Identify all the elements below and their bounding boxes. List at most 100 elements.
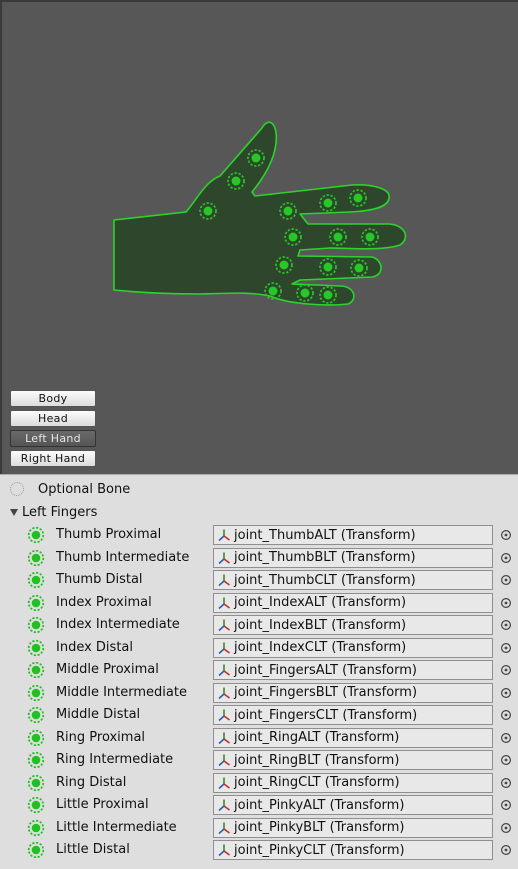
bone-status-icon[interactable] [27, 729, 45, 747]
transform-object-field[interactable]: joint_PinkyCLT (Transform) [213, 840, 493, 860]
hand-silhouette [113, 121, 407, 306]
optional-bone-legend: Optional Bone [10, 480, 130, 498]
transform-object-field[interactable]: joint_FingersBLT (Transform) [213, 682, 493, 703]
object-picker-icon[interactable] [500, 597, 512, 609]
bone-label: Index Proximal [56, 594, 152, 610]
object-picker-icon[interactable] [500, 529, 512, 541]
avatar-viewport: Body Head Left Hand Right Hand [0, 0, 518, 474]
transform-value: joint_IndexALT (Transform) [234, 595, 407, 610]
bone-label: Thumb Intermediate [56, 549, 190, 565]
foldout-label: Left Fingers [22, 504, 98, 520]
bone-label: Thumb Proximal [56, 527, 162, 542]
object-picker-icon[interactable] [500, 844, 512, 856]
bone-label: Ring Intermediate [56, 752, 174, 767]
transform-object-field[interactable]: joint_ThumbALT (Transform) [213, 525, 493, 545]
bone-label: Little Proximal [56, 797, 149, 812]
left-fingers-foldout[interactable]: Left Fingers [10, 503, 97, 521]
bone-status-icon[interactable] [27, 526, 45, 544]
object-picker-icon[interactable] [500, 822, 512, 834]
bone-status-icon[interactable] [27, 639, 45, 657]
bone-status-icon[interactable] [27, 571, 45, 589]
tab-right-hand[interactable]: Right Hand [10, 450, 96, 467]
bone-label: Thumb Distal [56, 572, 143, 587]
tab-head[interactable]: Head [10, 410, 96, 427]
bone-label: Ring Distal [56, 774, 127, 790]
bone-label: Index Intermediate [56, 617, 180, 632]
bone-label: Middle Intermediate [56, 684, 187, 700]
transform-value: joint_IndexBLT (Transform) [234, 617, 407, 633]
transform-value: joint_ThumbCLT (Transform) [234, 572, 416, 588]
bone-status-icon[interactable] [27, 684, 45, 702]
transform-icon [217, 821, 231, 835]
bone-row: Little Distal joint_PinkyCLT (Transform) [0, 839, 518, 861]
optional-bone-icon [10, 482, 24, 496]
transform-value: joint_RingCLT (Transform) [234, 775, 400, 790]
bone-status-icon[interactable] [27, 549, 45, 567]
bone-status-icon[interactable] [27, 774, 45, 792]
bone-status-icon[interactable] [27, 841, 45, 859]
transform-object-field[interactable]: joint_PinkyBLT (Transform) [213, 817, 493, 838]
transform-object-field[interactable]: joint_ThumbBLT (Transform) [213, 547, 493, 568]
tab-body[interactable]: Body [10, 390, 96, 407]
transform-value: joint_RingBLT (Transform) [234, 752, 400, 768]
bone-status-icon[interactable] [27, 819, 45, 837]
object-picker-icon[interactable] [500, 574, 512, 586]
transform-value: joint_RingALT (Transform) [234, 730, 400, 745]
object-picker-icon[interactable] [500, 619, 512, 631]
transform-value: joint_PinkyBLT (Transform) [234, 820, 405, 835]
bone-status-icon[interactable] [27, 751, 45, 769]
transform-object-field[interactable]: joint_IndexALT (Transform) [213, 592, 493, 613]
bone-label: Middle Distal [56, 707, 141, 722]
bone-row: Little Intermediate joint_PinkyBLT (Trans… [0, 817, 518, 839]
transform-object-field[interactable]: joint_IndexBLT (Transform) [213, 615, 493, 635]
bone-row: Index Distal joint_IndexCLT (Transform) [0, 637, 518, 659]
bone-label: Little Distal [56, 842, 130, 857]
object-picker-icon[interactable] [500, 754, 512, 766]
bone-row: Ring Distal joint_RingCLT (Transform) [0, 772, 518, 794]
transform-icon [217, 551, 231, 565]
object-picker-icon[interactable] [500, 732, 512, 744]
bone-mapping-inspector: Optional Bone Left Fingers Thumb Proxima… [0, 474, 518, 869]
object-picker-icon[interactable] [500, 664, 512, 676]
transform-value: joint_IndexCLT (Transform) [234, 640, 407, 655]
transform-value: joint_ThumbALT (Transform) [234, 527, 416, 543]
bone-status-icon[interactable] [27, 796, 45, 814]
transform-object-field[interactable]: joint_ThumbCLT (Transform) [213, 570, 493, 590]
transform-icon [217, 618, 231, 632]
transform-object-field[interactable]: joint_RingALT (Transform) [213, 727, 493, 748]
bone-status-icon[interactable] [27, 616, 45, 634]
transform-icon [217, 573, 231, 587]
foldout-arrow-icon[interactable] [10, 508, 18, 516]
object-picker-icon[interactable] [500, 799, 512, 811]
object-picker-icon[interactable] [500, 709, 512, 721]
object-picker-icon[interactable] [500, 642, 512, 654]
object-picker-icon[interactable] [500, 687, 512, 699]
bone-status-icon[interactable] [27, 594, 45, 612]
bone-label: Little Intermediate [56, 819, 177, 835]
transform-object-field[interactable]: joint_RingBLT (Transform) [213, 750, 493, 770]
transform-icon [217, 528, 231, 542]
transform-icon [217, 663, 231, 677]
transform-value: joint_FingersALT (Transform) [234, 662, 417, 678]
bone-row: Middle Distal joint_FingersCLT (Transform… [0, 704, 518, 726]
bone-row: Thumb Intermediate joint_ThumbBLT (Transf… [0, 547, 518, 569]
transform-icon [217, 708, 231, 722]
transform-icon [217, 776, 231, 790]
tab-left-hand[interactable]: Left Hand [10, 430, 96, 447]
object-picker-icon[interactable] [500, 777, 512, 789]
bone-label: Ring Proximal [56, 729, 146, 745]
transform-object-field[interactable]: joint_PinkyALT (Transform) [213, 795, 493, 815]
bone-status-icon[interactable] [27, 661, 45, 679]
bone-status-icon[interactable] [27, 706, 45, 724]
bone-row: Ring Intermediate joint_RingBLT (Transfor… [0, 749, 518, 771]
transform-object-field[interactable]: joint_FingersCLT (Transform) [213, 705, 493, 725]
bone-row: Thumb Distal joint_ThumbCLT (Transform) [0, 569, 518, 591]
object-picker-icon[interactable] [500, 552, 512, 564]
transform-value: joint_FingersBLT (Transform) [234, 685, 418, 700]
optional-bone-label: Optional Bone [38, 481, 131, 497]
transform-object-field[interactable]: joint_RingCLT (Transform) [213, 772, 493, 793]
bone-label: Middle Proximal [56, 662, 159, 677]
transform-value: joint_PinkyCLT (Transform) [234, 842, 405, 858]
transform-object-field[interactable]: joint_FingersALT (Transform) [213, 660, 493, 680]
transform-object-field[interactable]: joint_IndexCLT (Transform) [213, 637, 493, 658]
